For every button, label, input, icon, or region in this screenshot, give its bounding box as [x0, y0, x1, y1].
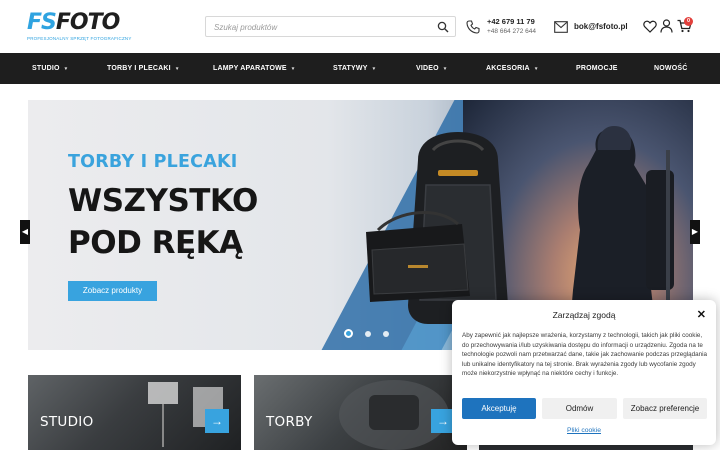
slider-pagination: [344, 329, 389, 338]
category-label: STUDIO: [40, 414, 94, 430]
main-navigation: STUDIO ▾ TORBY I PLECAKI ▾ LAMPY APARATOWE…: [0, 53, 720, 84]
deny-button[interactable]: Odmów: [542, 398, 617, 419]
consent-text: Aby zapewnić jak najlepsze wrażenia, kor…: [462, 332, 708, 378]
arrow-right-icon[interactable]: →: [205, 409, 229, 433]
close-icon[interactable]: ✕: [697, 308, 706, 321]
slider-prev-arrow-icon[interactable]: ◀: [20, 220, 30, 244]
category-label: TORBY: [266, 414, 313, 430]
slider-dot-1[interactable]: [344, 329, 353, 338]
nav-item-nowosc[interactable]: NOWOŚĆ: [654, 53, 687, 84]
chevron-down-icon: ▾: [534, 65, 538, 72]
chevron-down-icon: ▾: [291, 65, 295, 72]
search-input[interactable]: [206, 18, 426, 37]
site-logo[interactable]: FSFOTO PROFESJONALNY SPRZĘT FOTOGRAFICZN…: [27, 10, 132, 42]
search-box: [205, 16, 456, 37]
cart-count-badge: 0: [684, 17, 693, 26]
hero-title: WSZYSTKO POD RĘKĄ: [68, 183, 258, 261]
nav-item-torby-i-plecaki[interactable]: TORBY I PLECAKI ▾: [107, 53, 179, 84]
phone-primary[interactable]: +42 679 11 79: [487, 17, 536, 26]
account-user-icon[interactable]: [660, 19, 673, 33]
slider-dot-2[interactable]: [365, 330, 371, 337]
phone-numbers: +42 679 11 79 +48 664 272 644: [487, 17, 536, 35]
cookie-policy-link[interactable]: Pliki cookie: [452, 427, 716, 434]
top-bar: FSFOTO PROFESJONALNY SPRZĘT FOTOGRAFICZN…: [0, 0, 720, 53]
phone-secondary[interactable]: +48 664 272 644: [487, 28, 536, 35]
chevron-down-icon: ▾: [175, 65, 179, 72]
hero-subtitle: TORBY I PLECAKI: [68, 152, 238, 172]
category-tile-studio[interactable]: STUDIO →: [28, 375, 241, 450]
camera-bag-image: [366, 211, 470, 302]
slider-dot-3[interactable]: [383, 330, 389, 337]
nav-item-video[interactable]: VIDEO ▾: [416, 53, 447, 84]
preferences-button[interactable]: Zobacz preferencje: [623, 398, 707, 419]
email-link[interactable]: bok@fsfoto.pl: [574, 22, 628, 31]
consent-title: Zarządzaj zgodą: [552, 310, 616, 320]
nav-item-promocje[interactable]: PROMOCJE: [576, 53, 618, 84]
search-icon[interactable]: [437, 21, 449, 33]
mail-icon: [554, 21, 568, 33]
nav-item-statywy[interactable]: STATYWY ▾: [333, 53, 375, 84]
nav-item-akcesoria[interactable]: AKCESORIA ▾: [486, 53, 538, 84]
logo-tagline: PROFESJONALNY SPRZĘT FOTOGRAFICZNY: [27, 36, 132, 41]
nav-item-studio[interactable]: STUDIO ▾: [32, 53, 67, 84]
wishlist-heart-icon[interactable]: [643, 20, 657, 33]
chevron-down-icon: ▾: [443, 65, 447, 72]
logo-wordmark: FSFOTO: [27, 10, 120, 35]
see-products-button[interactable]: Zobacz produkty: [68, 281, 157, 301]
cookie-consent-dialog: Zarządzaj zgodą ✕ Aby zapewnić jak najle…: [452, 300, 716, 445]
chevron-down-icon: ▾: [64, 65, 68, 72]
category-tile-torby[interactable]: TORBY →: [254, 375, 467, 450]
accept-button[interactable]: Akceptuję: [462, 398, 536, 419]
chevron-down-icon: ▾: [372, 65, 376, 72]
nav-item-lampy-aparatowe[interactable]: LAMPY APARATOWE ▾: [213, 53, 295, 84]
slider-next-arrow-icon[interactable]: ▶: [690, 220, 700, 244]
phone-icon: [466, 20, 480, 34]
